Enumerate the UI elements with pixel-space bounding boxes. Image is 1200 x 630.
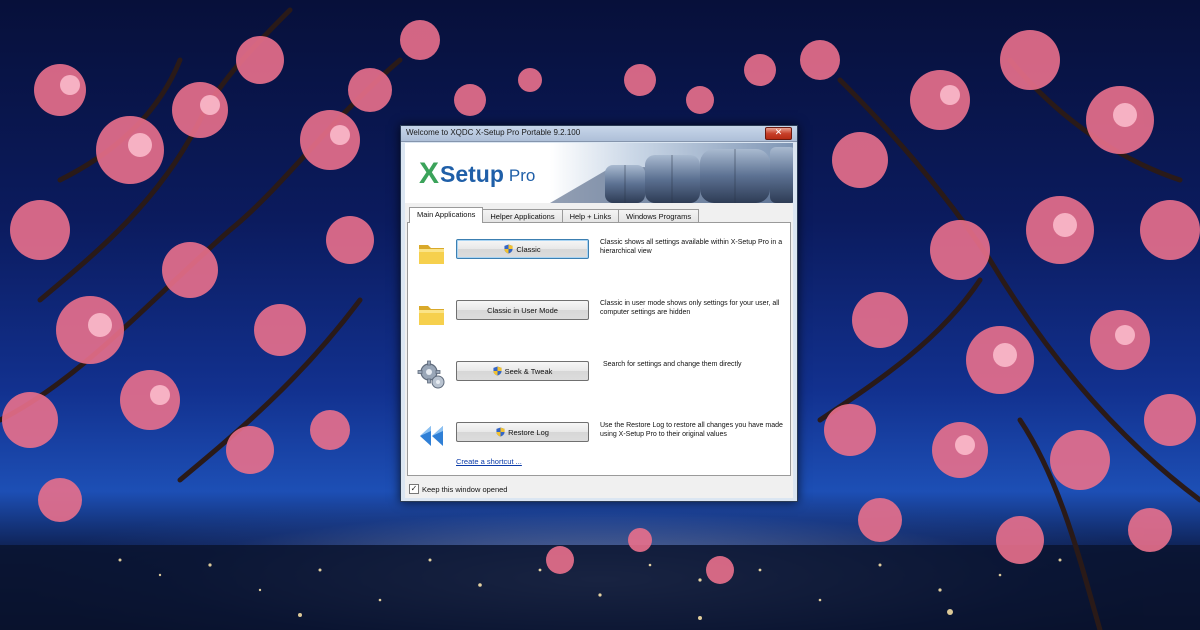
xsetup-pro-logo: X Setup Pro <box>419 157 535 191</box>
restore-log-row: Restore Log Use the Restore Log to resto… <box>408 420 790 460</box>
seek-tweak-row: Seek & Tweak Search for settings and cha… <box>408 359 790 399</box>
tab-strip: Main Applications Helper Applications He… <box>409 207 700 223</box>
classic-button-label: Classic <box>516 244 541 254</box>
shield-icon <box>496 427 505 437</box>
tab-main-applications[interactable]: Main Applications <box>409 207 484 223</box>
logo-setup: Setup <box>440 160 504 187</box>
logo-pro: Pro <box>508 165 536 185</box>
gears-icon <box>417 360 445 389</box>
banner: X Setup Pro <box>405 143 793 203</box>
classic-row: Classic Classic shows all settings avail… <box>408 237 790 277</box>
window-title: Welcome to XQDC X-Setup Pro Portable 9.2… <box>406 128 581 137</box>
logo-x: X <box>419 157 440 190</box>
keep-open-label: Keep this window opened <box>422 484 508 494</box>
close-button[interactable]: ✕ <box>765 127 792 140</box>
classic-description: Classic shows all settings available wit… <box>600 239 783 255</box>
folder-icon <box>419 306 444 325</box>
shield-icon <box>504 244 513 254</box>
xsetup-welcome-window: Welcome to XQDC X-Setup Pro Portable 9.2… <box>400 125 798 502</box>
seek-tweak-button-label: Seek & Tweak <box>504 366 553 376</box>
banner-artwork <box>550 143 793 203</box>
tab-windows-programs[interactable]: Windows Programs <box>618 209 700 223</box>
classic-user-mode-button-label: Classic in User Mode <box>487 305 558 315</box>
create-shortcut-link[interactable]: Create a shortcut ... <box>456 457 522 466</box>
classic-user-mode-description: Classic in user mode shows only settings… <box>600 300 780 316</box>
keep-open-checkbox[interactable]: ✓ <box>409 484 419 494</box>
shield-icon <box>493 366 502 376</box>
classic-button[interactable]: Classic <box>456 239 589 259</box>
folder-icon <box>419 245 444 264</box>
rewind-icon <box>420 426 443 446</box>
main-applications-panel: Classic Classic shows all settings avail… <box>407 222 791 476</box>
keep-open-bar: ✓ Keep this window opened <box>409 482 507 496</box>
classic-user-mode-button[interactable]: Classic in User Mode <box>456 300 589 320</box>
title-bar[interactable]: Welcome to XQDC X-Setup Pro Portable 9.2… <box>401 126 797 142</box>
restore-log-button[interactable]: Restore Log <box>456 422 589 442</box>
tab-help-links[interactable]: Help + Links <box>561 209 620 223</box>
restore-log-description: Use the Restore Log to restore all chang… <box>600 422 783 438</box>
restore-log-button-label: Restore Log <box>508 427 549 437</box>
seek-tweak-description: Search for settings and change them dire… <box>603 361 742 368</box>
window-client-area: X Setup Pro Main Applications Helper App… <box>405 143 793 498</box>
classic-user-mode-row: Classic in User Mode Classic in user mod… <box>408 298 790 338</box>
tab-helper-applications[interactable]: Helper Applications <box>482 209 563 223</box>
seek-tweak-button[interactable]: Seek & Tweak <box>456 361 589 381</box>
